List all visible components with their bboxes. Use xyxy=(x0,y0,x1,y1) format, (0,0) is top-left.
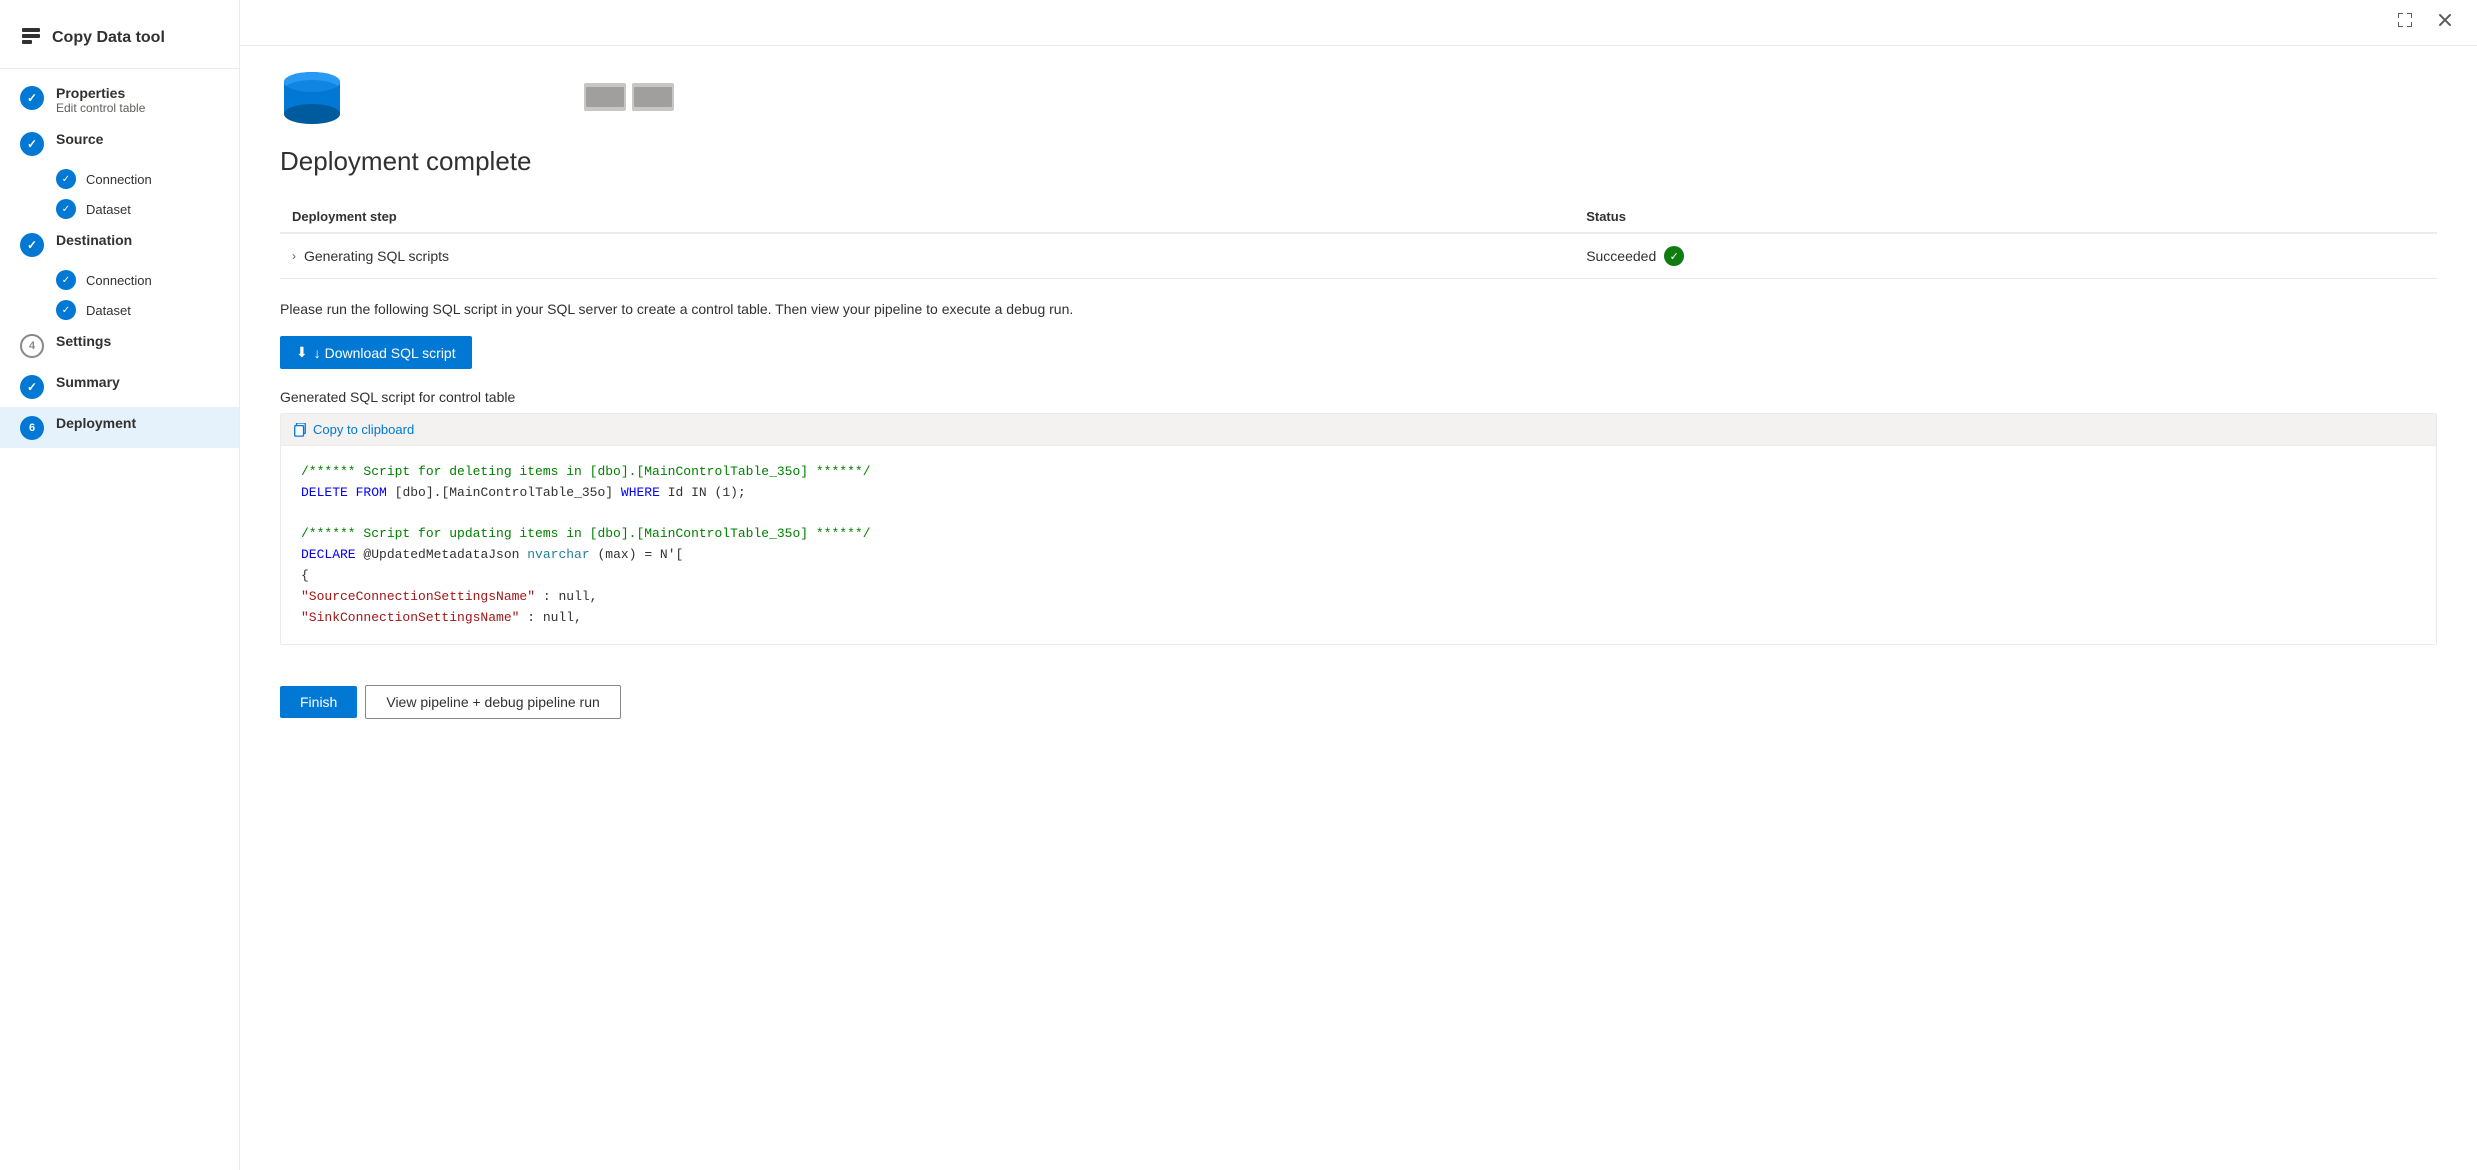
main-header xyxy=(240,0,2477,46)
app-icon xyxy=(20,24,42,52)
sidebar-item-dest-dataset[interactable]: ✓ Dataset xyxy=(0,295,239,325)
plain-source-val: : null, xyxy=(543,589,598,604)
plain-delete-end: Id IN (1); xyxy=(668,485,746,500)
download-icon: ⬇ xyxy=(296,344,308,361)
step-name: Generating SQL scripts xyxy=(304,248,449,264)
comment-2: /****** Script for updating items in [db… xyxy=(301,526,871,541)
source-label: Source xyxy=(56,131,219,147)
sidebar-item-source-connection[interactable]: ✓ Connection xyxy=(0,164,239,194)
sidebar-item-properties[interactable]: Properties Edit control table xyxy=(0,77,239,123)
sidebar-item-source[interactable]: Source xyxy=(0,123,239,164)
source-connection-label: Connection xyxy=(86,172,152,187)
close-button[interactable] xyxy=(2429,8,2461,37)
summary-label: Summary xyxy=(56,374,219,390)
sub-circle-dest-conn: ✓ xyxy=(56,270,76,290)
code-line-4: DECLARE @UpdatedMetadataJson nvarchar (m… xyxy=(301,545,2416,566)
status-success-icon: ✓ xyxy=(1664,246,1684,266)
download-btn-label: ↓ Download SQL script xyxy=(314,345,456,361)
keyword-declare: DECLARE xyxy=(301,547,356,562)
sub-circle-source-ds: ✓ xyxy=(56,199,76,219)
keyword-delete: DELETE FROM xyxy=(301,485,387,500)
step-circle-source xyxy=(20,132,44,156)
plain-brace: { xyxy=(301,568,309,583)
sidebar: Copy Data tool Properties Edit control t… xyxy=(0,0,240,1170)
code-line-1: /****** Script for deleting items in [db… xyxy=(301,462,2416,483)
row-expand-icon[interactable]: › xyxy=(292,249,296,263)
clipboard-btn-label: Copy to clipboard xyxy=(313,422,414,437)
type-nvarchar: nvarchar xyxy=(527,547,589,562)
plain-max: (max) xyxy=(597,547,636,562)
keyword-where: WHERE xyxy=(621,485,660,500)
debug-pipeline-button[interactable]: View pipeline + debug pipeline run xyxy=(365,685,620,719)
sub-circle-source-conn: ✓ xyxy=(56,169,76,189)
finish-button[interactable]: Finish xyxy=(280,686,357,718)
main-content-area: Deployment complete Deployment step Stat… xyxy=(240,46,2477,1170)
step-circle-properties xyxy=(20,86,44,110)
sql-code-block: /****** Script for deleting items in [db… xyxy=(281,446,2436,644)
settings-label: Settings xyxy=(56,333,219,349)
dest-dataset-label: Dataset xyxy=(86,303,131,318)
sub-circle-dest-ds: ✓ xyxy=(56,300,76,320)
status-text: Succeeded xyxy=(1586,248,1656,264)
code-line-3: /****** Script for updating items in [db… xyxy=(301,524,2416,545)
plain-sink-val: : null, xyxy=(527,610,582,625)
step-circle-destination xyxy=(20,233,44,257)
page-title: Deployment complete xyxy=(280,146,2437,177)
dest-storage-icon xyxy=(584,79,674,118)
download-sql-button[interactable]: ⬇ ↓ Download SQL script xyxy=(280,336,472,369)
sidebar-item-dest-connection[interactable]: ✓ Connection xyxy=(0,265,239,295)
step-number-deployment: 6 xyxy=(29,422,35,434)
expand-button[interactable] xyxy=(2389,8,2421,37)
plain-assign: = N'[ xyxy=(644,547,683,562)
main-panel: Deployment complete Deployment step Stat… xyxy=(240,0,2477,1170)
sql-toolbar: Copy to clipboard xyxy=(281,414,2436,446)
app-title: Copy Data tool xyxy=(52,29,165,47)
plain-var: @UpdatedMetadataJson xyxy=(363,547,527,562)
copy-to-clipboard-button[interactable]: Copy to clipboard xyxy=(293,422,414,437)
status-cell: Succeeded ✓ xyxy=(1574,233,2437,279)
sql-container: Copy to clipboard /****** Script for del… xyxy=(280,413,2437,645)
step-number-settings: 4 xyxy=(29,340,35,352)
string-source-key: "SourceConnectionSettingsName" xyxy=(301,589,535,604)
col-header-status: Status xyxy=(1574,201,2437,233)
sidebar-item-summary[interactable]: Summary xyxy=(0,366,239,407)
properties-sublabel: Edit control table xyxy=(56,101,219,115)
plain-delete-table: [dbo].[MainControlTable_35o] xyxy=(395,485,621,500)
code-line-2: DELETE FROM [dbo].[MainControlTable_35o]… xyxy=(301,483,2416,504)
col-header-step: Deployment step xyxy=(280,201,1574,233)
properties-label: Properties xyxy=(56,85,219,101)
source-dataset-label: Dataset xyxy=(86,202,131,217)
step-circle-summary xyxy=(20,375,44,399)
top-icons-area xyxy=(280,70,2437,126)
code-line-5: { xyxy=(301,566,2416,587)
source-db-icon xyxy=(280,70,344,126)
dest-connection-label: Connection xyxy=(86,273,152,288)
info-text: Please run the following SQL script in y… xyxy=(280,299,2437,320)
footer-buttons: Finish View pipeline + debug pipeline ru… xyxy=(280,669,2437,735)
step-circle-settings: 4 xyxy=(20,334,44,358)
sql-section-label: Generated SQL script for control table xyxy=(280,389,2437,405)
sidebar-item-deployment[interactable]: 6 Deployment xyxy=(0,407,239,448)
deployment-table: Deployment step Status › Generating SQL … xyxy=(280,201,2437,279)
table-row: › Generating SQL scripts Succeeded ✓ xyxy=(280,233,2437,279)
comment-1: /****** Script for deleting items in [db… xyxy=(301,464,871,479)
code-line-6: "SourceConnectionSettingsName" : null, xyxy=(301,587,2416,608)
code-line-7: "SinkConnectionSettingsName" : null, xyxy=(301,608,2416,629)
deployment-label: Deployment xyxy=(56,415,219,431)
step-circle-deployment: 6 xyxy=(20,416,44,440)
sidebar-item-settings[interactable]: 4 Settings xyxy=(0,325,239,366)
sidebar-item-source-dataset[interactable]: ✓ Dataset xyxy=(0,194,239,224)
step-cell: › Generating SQL scripts xyxy=(280,233,1574,279)
destination-label: Destination xyxy=(56,232,219,248)
sidebar-item-destination[interactable]: Destination xyxy=(0,224,239,265)
app-title-bar: Copy Data tool xyxy=(0,16,239,69)
string-sink-key: "SinkConnectionSettingsName" xyxy=(301,610,519,625)
